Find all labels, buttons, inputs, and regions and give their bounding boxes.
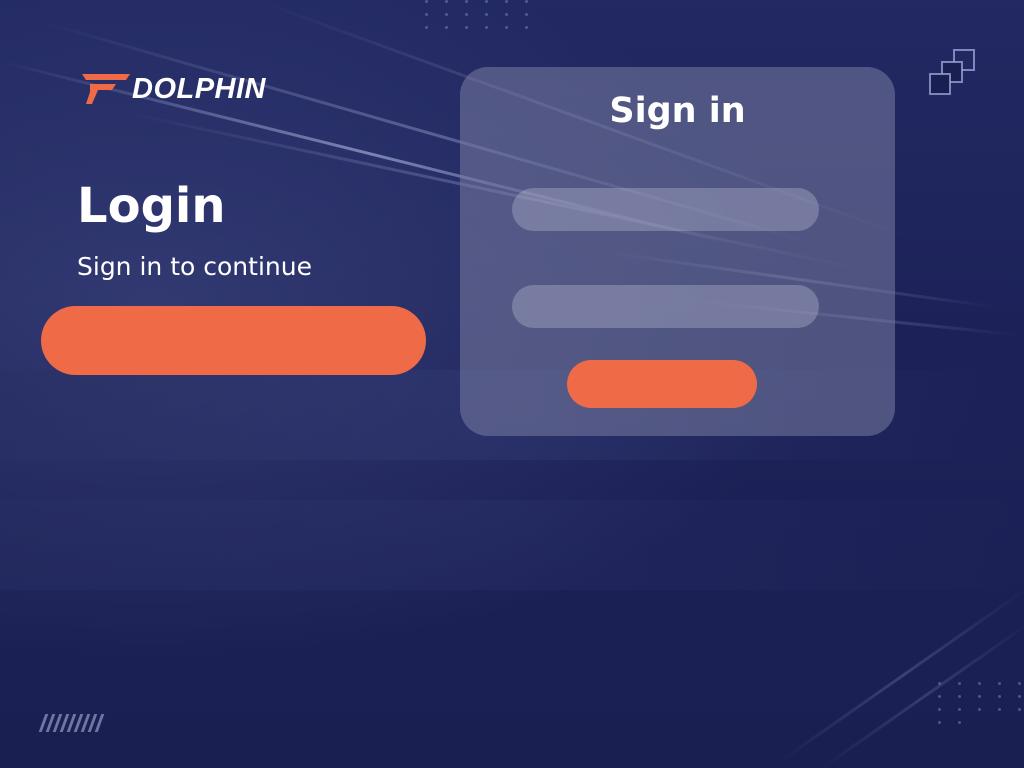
- signin-card-title: Sign in: [609, 91, 746, 131]
- dot-grid: [425, 0, 535, 29]
- password-field[interactable]: [512, 285, 819, 328]
- stacked-squares-icon: [929, 49, 975, 95]
- continue-button[interactable]: [41, 306, 426, 375]
- username-field[interactable]: [512, 188, 819, 231]
- signin-card: Sign in: [460, 67, 895, 436]
- signin-submit-button[interactable]: [567, 360, 757, 408]
- dot-grid: [938, 682, 1024, 724]
- brand-name: DOLPHIN: [132, 72, 266, 105]
- brand-logo: DOLPHIN: [76, 72, 266, 106]
- background-band: [0, 500, 1024, 590]
- dolphin-logo-icon: [82, 74, 130, 104]
- diagonal-stripes-icon: [38, 714, 105, 732]
- page-subtitle: Sign in to continue: [77, 252, 312, 281]
- page-title: Login: [77, 178, 226, 234]
- light-streak: [779, 588, 1024, 763]
